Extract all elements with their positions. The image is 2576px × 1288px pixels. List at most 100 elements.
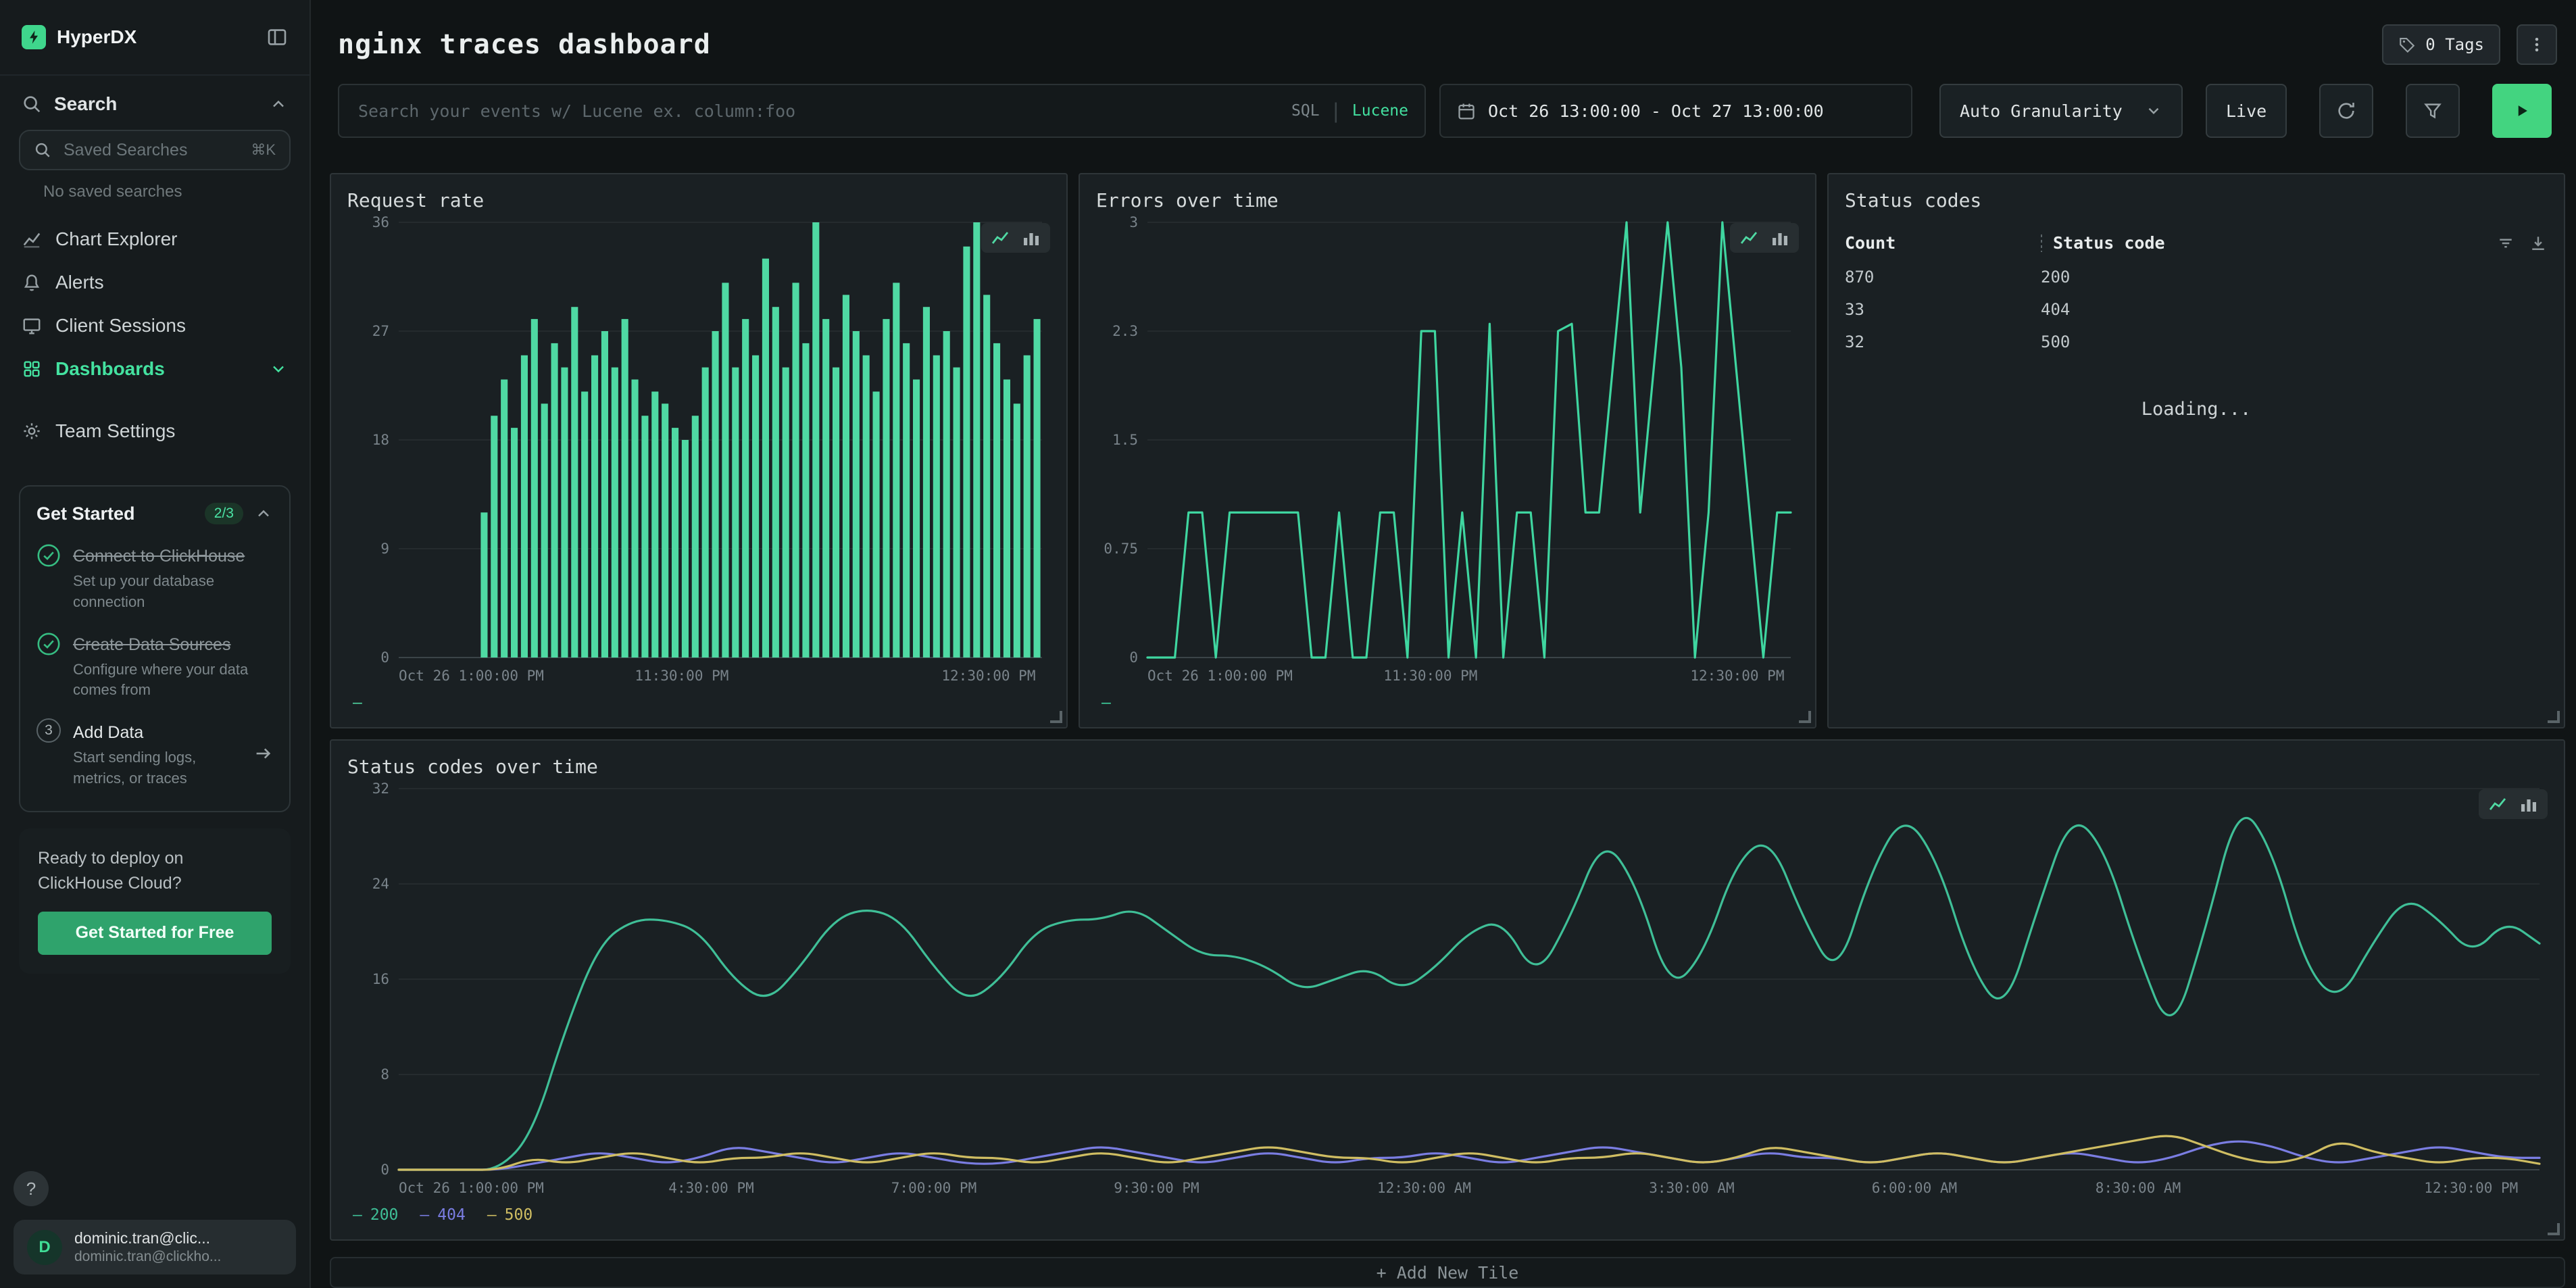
time-range-picker[interactable]: Oct 26 13:00:00 - Oct 27 13:00:00 [1439,84,1912,138]
lucene-toggle[interactable]: Lucene [1352,102,1408,120]
get-started-step-sources[interactable]: Create Data Sources Configure where your… [36,630,273,701]
tile-errors-over-time: Errors over time 00.751.52.33Oct 26 1:00… [1079,173,1816,728]
live-button[interactable]: Live [2206,84,2287,138]
more-options-button[interactable] [2517,24,2557,65]
avatar: D [27,1230,62,1265]
status-codes-over-time-chart[interactable]: 08162432Oct 26 1:00:00 PM4:30:00 PM7:00:… [347,778,2548,1202]
hyperdx-logo-icon[interactable] [22,25,46,49]
sidebar: HyperDX Search ⌘K No saved searches [0,0,311,1288]
monitor-icon [22,316,42,336]
svg-text:4:30:00 PM: 4:30:00 PM [668,1180,753,1196]
event-search-input[interactable] [355,100,1278,122]
errors-over-time-chart[interactable]: 00.751.52.33Oct 26 1:00:00 PM11:30:00 PM… [1096,212,1799,689]
saved-searches-input[interactable]: ⌘K [19,130,291,170]
user-menu[interactable]: D dominic.tran@clic... dominic.tran@clic… [14,1220,296,1274]
sidebar-section-search[interactable]: Search [0,76,309,127]
main-content: nginx traces dashboard 0 Tags SQL | Luce… [311,0,2576,1288]
check-circle-icon [36,632,61,656]
keyboard-shortcut: ⌘K [251,141,276,159]
filter-rows-icon[interactable] [2496,234,2515,253]
tag-icon [2398,36,2416,53]
get-started-step-add-data[interactable]: 3 Add Data Start sending logs, metrics, … [36,718,273,789]
svg-text:3: 3 [1129,214,1138,230]
legend-item[interactable]: — [353,694,362,712]
chart-explorer-icon [22,229,42,249]
svg-text:Oct 26 1:00:00 PM: Oct 26 1:00:00 PM [1147,668,1293,684]
granularity-select[interactable]: Auto Granularity [1939,84,2183,138]
get-started-step-connect[interactable]: Connect to ClickHouse Set up your databa… [36,542,273,613]
add-new-tile-button[interactable]: + Add New Tile [330,1257,2565,1288]
sidebar-item-dashboards[interactable]: Dashboards [0,347,309,391]
tags-button[interactable]: 0 Tags [2382,24,2500,65]
column-header-status-code[interactable]: Status code [2053,233,2165,253]
chevron-up-icon[interactable] [269,95,288,114]
saved-searches-field[interactable] [61,139,241,162]
chart-legend: — [1096,689,1799,716]
brand-name: HyperDX [57,26,255,48]
user-name: dominic.tran@clic... [74,1229,221,1247]
sidebar-item-team-settings[interactable]: Team Settings [0,410,309,453]
svg-text:6:00:00 AM: 6:00:00 AM [1872,1180,1957,1196]
svg-text:16: 16 [372,971,389,987]
line-chart-icon[interactable] [2488,795,2507,814]
svg-text:11:30:00 PM: 11:30:00 PM [1383,668,1477,684]
logo-row: HyperDX [0,0,309,76]
sidebar-item-client-sessions[interactable]: Client Sessions [0,304,309,347]
line-chart-icon[interactable] [1739,228,1758,247]
svg-text:Oct 26 1:00:00 PM: Oct 26 1:00:00 PM [399,1180,544,1196]
help-button[interactable]: ? [14,1171,49,1206]
sidebar-item-alerts[interactable]: Alerts [0,261,309,304]
svg-text:0: 0 [380,1162,389,1178]
svg-text:18: 18 [372,432,389,448]
legend-item[interactable]: —500 [487,1206,532,1224]
tile-request-rate: Request rate 09182736Oct 26 1:00:00 PM11… [330,173,1068,728]
arrow-right-icon [253,743,273,764]
search-icon [34,141,51,159]
dashboard-grid: Request rate 09182736Oct 26 1:00:00 PM11… [330,173,2565,1241]
step-number-badge: 3 [36,718,61,743]
app-root: HyperDX Search ⌘K No saved searches [0,0,2576,1288]
tile-title: Status codes [1845,189,2548,212]
run-query-button[interactable] [2492,84,2552,138]
sidebar-item-chart-explorer[interactable]: Chart Explorer [0,218,309,261]
table-row[interactable]: 870200 [1845,261,2548,293]
svg-text:12:30:00 PM: 12:30:00 PM [2424,1180,2518,1196]
column-divider[interactable] [2041,234,2042,252]
bar-chart-icon[interactable] [2519,795,2538,814]
get-started-free-button[interactable]: Get Started for Free [38,912,272,955]
svg-text:Oct 26 1:00:00 PM: Oct 26 1:00:00 PM [399,668,544,684]
legend-item[interactable]: —404 [420,1206,465,1224]
event-search-box[interactable]: SQL | Lucene [338,84,1426,138]
legend-item[interactable]: — [1101,694,1111,712]
tile-title: Status codes over time [347,756,2548,778]
svg-text:9: 9 [380,541,389,557]
chevron-down-icon [2145,102,2162,120]
line-chart-icon[interactable] [991,228,1010,247]
collapse-sidebar-icon[interactable] [266,26,288,48]
legend-item[interactable]: —200 [353,1206,398,1224]
calendar-icon [1457,101,1476,120]
cloud-promo-text-line2: ClickHouse Cloud? [38,871,272,897]
svg-text:11:30:00 PM: 11:30:00 PM [635,668,728,684]
refresh-button[interactable] [2319,84,2373,138]
download-icon[interactable] [2529,234,2548,253]
get-started-title: Get Started [36,503,194,524]
svg-text:8: 8 [380,1066,389,1083]
table-row[interactable]: 33404 [1845,293,2548,326]
chevron-down-icon[interactable] [269,360,288,378]
filter-button[interactable] [2406,84,2460,138]
svg-text:12:30:00 AM: 12:30:00 AM [1377,1180,1471,1196]
table-row[interactable]: 32500 [1845,326,2548,358]
bar-chart-icon[interactable] [1770,228,1789,247]
search-section-label: Search [54,93,257,115]
language-divider: | [1333,99,1339,124]
sql-toggle[interactable]: SQL [1291,102,1320,120]
request-rate-chart[interactable]: 09182736Oct 26 1:00:00 PM11:30:00 PM12:3… [347,212,1050,689]
bar-chart-icon[interactable] [1022,228,1041,247]
time-range-value: Oct 26 13:00:00 - Oct 27 13:00:00 [1488,101,1824,121]
chevron-up-icon[interactable] [254,504,273,523]
column-header-count[interactable]: Count [1845,233,2041,253]
svg-text:3:30:00 AM: 3:30:00 AM [1649,1180,1734,1196]
svg-text:12:30:00 PM: 12:30:00 PM [1690,668,1784,684]
cloud-promo-card: Ready to deploy on ClickHouse Cloud? Get… [19,828,291,974]
